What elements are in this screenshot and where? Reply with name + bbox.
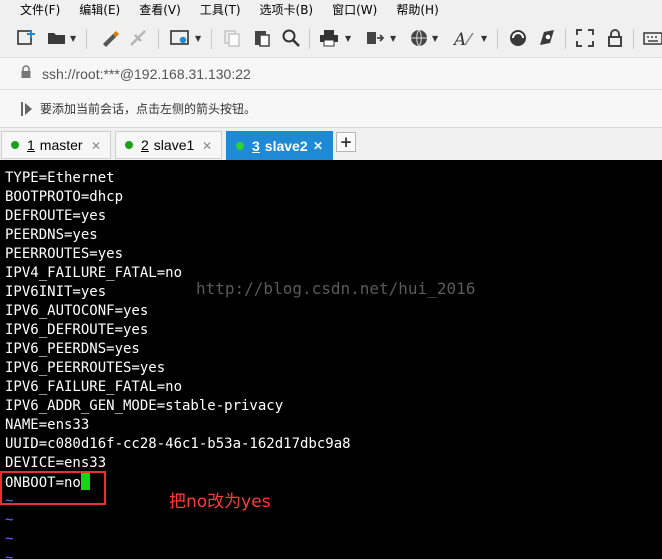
address-bar[interactable]: ssh://root:***@192.168.31.130:22: [0, 58, 662, 90]
find-icon[interactable]: [280, 27, 302, 49]
toolbar-divider: [565, 29, 566, 49]
paste-icon[interactable]: [251, 27, 273, 49]
menu-edit[interactable]: 编辑(E): [69, 1, 129, 18]
tab-number: 2: [141, 137, 149, 153]
empty-line-tilde: ~: [5, 531, 14, 547]
print-dropdown-icon[interactable]: ▼: [345, 34, 351, 43]
print-icon[interactable]: [318, 27, 340, 49]
font-dropdown-icon[interactable]: ▼: [481, 34, 487, 43]
terminal-line: NAME=ens33: [5, 417, 90, 433]
connect-icon[interactable]: [128, 27, 150, 49]
toolbar-divider: [86, 29, 87, 49]
toolbar-divider: [309, 29, 310, 49]
new-tab-button[interactable]: +: [336, 132, 356, 152]
terminal-line: IPV6_AUTOCONF=yes: [5, 303, 149, 319]
session-address[interactable]: ssh://root:***@192.168.31.130:22: [42, 66, 251, 82]
new-session-icon[interactable]: [16, 27, 38, 49]
keyboard-icon[interactable]: [642, 27, 662, 49]
toolbar-divider: [158, 29, 159, 49]
settings-icon[interactable]: [169, 27, 191, 49]
terminal-line: BOOTPROTO=dhcp: [5, 189, 124, 205]
status-dot: [125, 141, 133, 149]
annotation-text: 把no改为yes: [169, 492, 271, 512]
tab-number: 3: [252, 137, 260, 154]
menu-tools[interactable]: 工具(T): [190, 1, 250, 18]
tab-slave1[interactable]: 2 slave1 ✕: [115, 131, 222, 159]
terminal-line: DEFROUTE=yes: [5, 208, 107, 224]
tab-bar: 1 master ✕ 2 slave1 ✕ 3 slave2 ✕ +: [0, 128, 662, 160]
toolbar-divider: [211, 29, 212, 49]
menu-bar: 文件(F) 编辑(E) 查看(V) 工具(T) 选项卡(B) 窗口(W) 帮助(…: [0, 0, 662, 18]
tab-label: slave2: [264, 137, 308, 154]
properties-icon[interactable]: [99, 27, 121, 49]
menu-help[interactable]: 帮助(H): [386, 1, 447, 18]
lock-icon: [20, 64, 34, 83]
menu-view[interactable]: 查看(V): [129, 1, 190, 18]
open-folder-icon[interactable]: [46, 27, 68, 49]
terminal-line: PEERROUTES=yes: [5, 246, 124, 262]
fullscreen-icon[interactable]: [574, 27, 596, 49]
tab-number: 1: [27, 137, 35, 153]
blog-watermark: http://blog.csdn.net/hui_2016: [196, 279, 476, 298]
toolbar: ▼ ▼ ▼ ▼ ▼ A ▼: [0, 18, 662, 58]
menu-file[interactable]: 文件(F): [0, 1, 69, 18]
terminal-line: IPV6_PEERROUTES=yes: [5, 360, 166, 376]
tab-master[interactable]: 1 master ✕: [1, 131, 111, 159]
toolbar-divider: [633, 29, 634, 49]
terminal-line: IPV4_FAILURE_FATAL=no: [5, 265, 183, 281]
copy-icon[interactable]: [221, 27, 243, 49]
terminal-line: TYPE=Ethernet: [5, 170, 115, 186]
session-hint-bar: 要添加当前会话，点击左侧的箭头按钮。: [0, 90, 662, 128]
terminal-line: UUID=c080d16f-cc28-46c1-b53a-162d17dbc9a…: [5, 436, 351, 452]
transfer-dropdown-icon[interactable]: ▼: [390, 34, 396, 43]
logo-icon[interactable]: [507, 27, 529, 49]
font-icon[interactable]: A: [453, 27, 475, 49]
tab-label: master: [39, 137, 83, 153]
empty-line-tilde: ~: [5, 550, 14, 559]
terminal-line: IPV6_DEFROUTE=yes: [5, 322, 149, 338]
status-dot: [11, 141, 19, 149]
lock-icon[interactable]: [604, 27, 626, 49]
terminal-line: IPV6_FAILURE_FATAL=no: [5, 379, 183, 395]
terminal-line: PEERDNS=yes: [5, 227, 98, 243]
highlight-box: [0, 471, 106, 505]
transfer-icon[interactable]: [364, 27, 386, 49]
menu-tabs[interactable]: 选项卡(B): [250, 1, 323, 18]
terminal-line: IPV6_PEERDNS=yes: [5, 341, 140, 357]
session-hint-text: 要添加当前会话，点击左侧的箭头按钮。: [40, 102, 257, 116]
settings-dropdown-icon[interactable]: ▼: [195, 34, 201, 43]
toolbar-divider: [497, 29, 498, 49]
close-tab-icon[interactable]: ✕: [202, 139, 212, 153]
globe-icon[interactable]: [408, 27, 430, 49]
terminal-line: IPV6_ADDR_GEN_MODE=stable-privacy: [5, 398, 284, 414]
globe-dropdown-icon[interactable]: ▼: [432, 34, 438, 43]
svg-text:A: A: [453, 30, 466, 47]
tab-slave2[interactable]: 3 slave2 ✕: [226, 131, 333, 160]
terminal[interactable]: TYPE=Ethernet BOOTPROTO=dhcp DEFROUTE=ye…: [0, 160, 662, 559]
status-dot: [236, 141, 244, 150]
close-tab-icon[interactable]: ✕: [91, 139, 101, 153]
menu-window[interactable]: 窗口(W): [322, 1, 386, 18]
tab-label: slave1: [153, 137, 195, 153]
terminal-line: IPV6INIT=yes: [5, 284, 107, 300]
add-session-arrow-icon[interactable]: [20, 100, 34, 118]
open-dropdown-icon[interactable]: ▼: [70, 34, 76, 43]
script-icon[interactable]: [536, 27, 558, 49]
empty-line-tilde: ~: [5, 512, 14, 528]
close-tab-icon[interactable]: ✕: [313, 139, 323, 153]
